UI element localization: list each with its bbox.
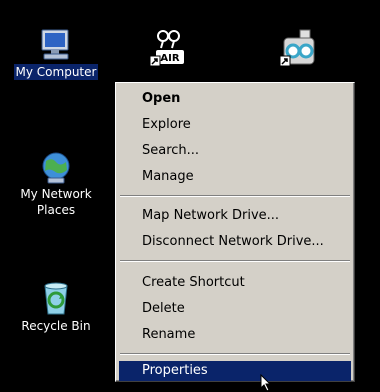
menu-item-create-shortcut[interactable]: Create Shortcut — [119, 271, 351, 295]
context-menu: Open Explore Search... Manage Map Networ… — [115, 82, 355, 382]
recycle-bin-desktop-icon[interactable]: Recycle Bin — [6, 278, 106, 334]
menu-item-explore[interactable]: Explore — [119, 113, 351, 137]
my-computer-desktop-icon[interactable]: My Computer — [6, 28, 106, 80]
my-computer-icon — [41, 29, 69, 60]
menu-separator — [120, 353, 350, 355]
program-shortcut-desktop-icon[interactable] — [270, 26, 326, 70]
recycle-bin-label: Recycle Bin — [21, 319, 91, 333]
network-places-label-line1: My Network — [20, 187, 92, 201]
menu-separator — [120, 195, 350, 197]
menu-item-disconnect-network-drive[interactable]: Disconnect Network Drive... — [119, 230, 351, 254]
program-shortcut-icon — [279, 29, 315, 67]
menu-item-manage[interactable]: Manage — [119, 165, 351, 189]
menu-item-search[interactable]: Search... — [119, 139, 351, 163]
network-places-label-line2: Places — [36, 203, 76, 217]
menu-item-rename[interactable]: Rename — [119, 323, 351, 347]
network-places-desktop-icon[interactable]: My Network Places — [6, 150, 106, 218]
svg-text:AIR: AIR — [160, 53, 179, 64]
air-shortcut-icon: AIR — [149, 30, 184, 67]
menu-item-properties[interactable]: Properties — [119, 361, 351, 381]
recycle-bin-icon — [44, 282, 68, 315]
my-computer-label: My Computer — [13, 64, 99, 80]
menu-item-map-network-drive[interactable]: Map Network Drive... — [119, 204, 351, 228]
network-places-icon — [42, 152, 70, 184]
menu-item-delete[interactable]: Delete — [119, 297, 351, 321]
menu-item-open[interactable]: Open — [119, 87, 351, 111]
air-shortcut-desktop-icon[interactable]: AIR — [140, 26, 196, 70]
mouse-cursor-icon — [260, 374, 272, 392]
menu-separator — [120, 260, 350, 262]
desktop: My Computer My Network Places Recycle Bi… — [0, 0, 380, 392]
